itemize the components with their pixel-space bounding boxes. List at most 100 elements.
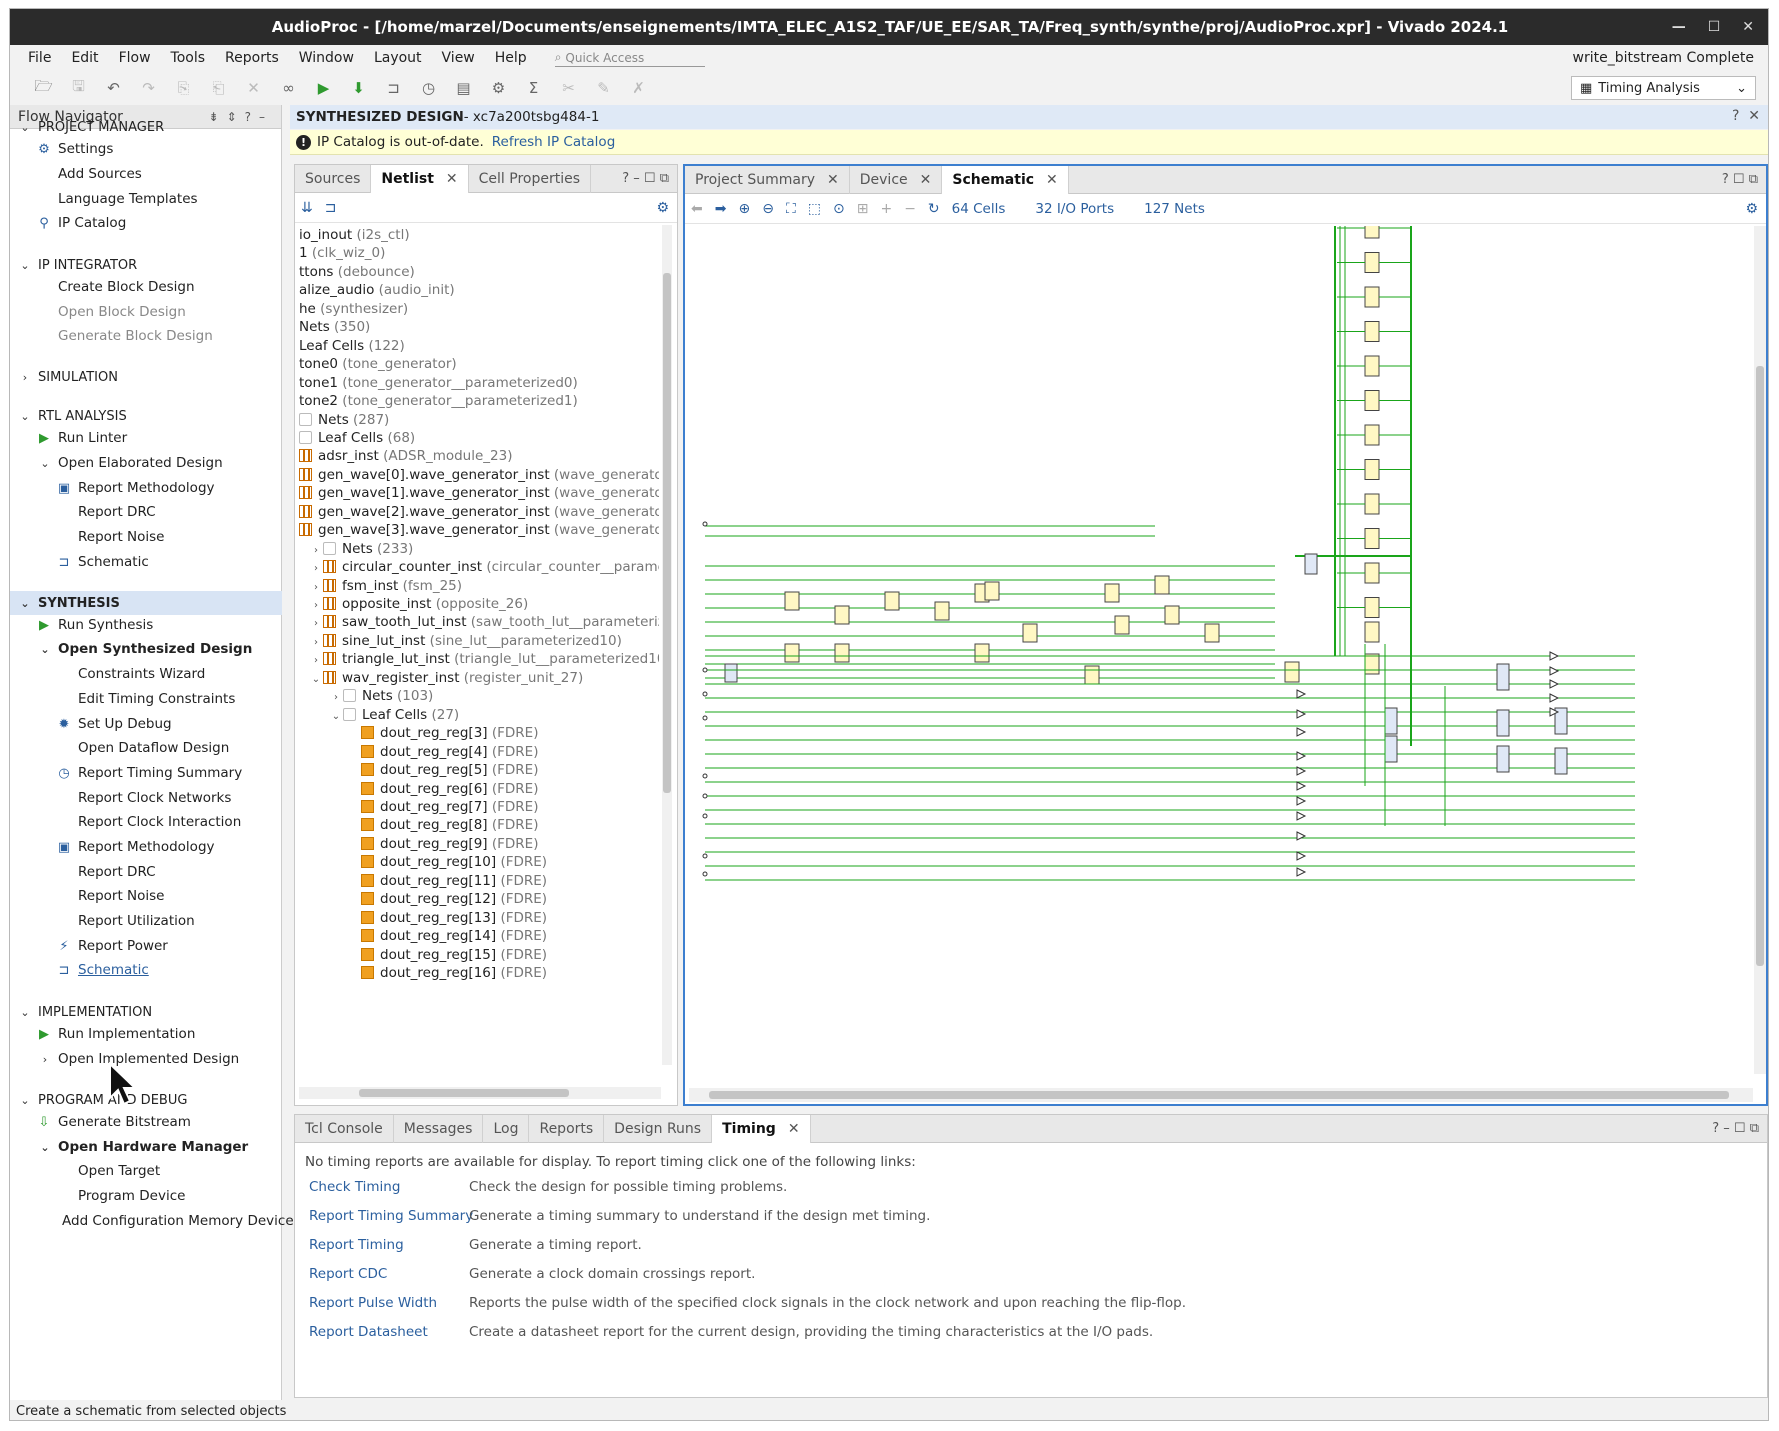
tab-log[interactable]: Log bbox=[483, 1114, 530, 1143]
chevron-right-icon[interactable]: › bbox=[18, 371, 32, 384]
minus-icon[interactable]: − bbox=[904, 201, 916, 217]
timing-link[interactable]: Check Timing bbox=[309, 1179, 400, 1195]
nav-item-synthesis[interactable]: ⌄ SYNTHESIS bbox=[10, 591, 282, 615]
nav-item-open-target[interactable]: Open Target bbox=[10, 1159, 282, 1183]
nav-item-language-templates[interactable]: Language Templates bbox=[10, 187, 282, 211]
tool-a-icon[interactable]: ✂ bbox=[551, 79, 586, 97]
timing-link[interactable]: Report Datasheet bbox=[309, 1324, 428, 1340]
menu-tools[interactable]: Tools bbox=[161, 50, 216, 66]
sigma-icon[interactable]: Σ bbox=[516, 79, 551, 97]
nav-item-set-up-debug[interactable]: ✹ Set Up Debug bbox=[10, 712, 282, 736]
chevron-down-icon[interactable]: ⌄ bbox=[329, 706, 343, 727]
refresh-ip-catalog-link[interactable]: Refresh IP Catalog bbox=[492, 134, 616, 150]
chevron-down-icon[interactable]: ⌄ bbox=[18, 1006, 32, 1019]
nav-item-report-drc[interactable]: Report DRC bbox=[10, 500, 282, 524]
close-icon[interactable]: ✕ bbox=[446, 171, 458, 187]
run-icon[interactable]: ▶ bbox=[306, 79, 341, 97]
fit-icon[interactable]: ⛶ bbox=[786, 201, 796, 217]
chevron-down-icon[interactable]: ⌄ bbox=[18, 1094, 32, 1107]
undo-icon[interactable]: ↶ bbox=[96, 79, 131, 97]
schematic-hscroll[interactable] bbox=[689, 1088, 1753, 1102]
timing-link[interactable]: Report Pulse Width bbox=[309, 1295, 437, 1311]
save-icon[interactable]: 🖫 bbox=[61, 76, 96, 101]
nav-item-implementation[interactable]: ⌄ IMPLEMENTATION bbox=[10, 1000, 282, 1024]
netlist-vscroll[interactable] bbox=[662, 225, 672, 1065]
nav-item-report-methodology[interactable]: ▣ Report Methodology bbox=[10, 835, 282, 859]
nav-item-add-sources[interactable]: Add Sources bbox=[10, 162, 282, 186]
chevron-down-icon[interactable]: ⌄ bbox=[38, 1141, 52, 1154]
menu-flow[interactable]: Flow bbox=[109, 50, 161, 66]
nav-item-run-synthesis[interactable]: ▶ Run Synthesis bbox=[10, 613, 282, 637]
scroll-thumb[interactable] bbox=[663, 273, 671, 793]
gear-icon[interactable]: ⚙ bbox=[656, 200, 669, 216]
nav-item-report-clock-interaction[interactable]: Report Clock Interaction bbox=[10, 810, 282, 834]
redo-icon[interactable]: ↷ bbox=[131, 79, 166, 97]
nav-item-open-dataflow-design[interactable]: Open Dataflow Design bbox=[10, 736, 282, 760]
panel-controls[interactable]: ? ☐ ⧉ bbox=[1722, 172, 1758, 187]
nav-item-report-noise[interactable]: Report Noise bbox=[10, 884, 282, 908]
tab-cell-properties[interactable]: Cell Properties bbox=[469, 164, 592, 193]
paste-icon[interactable]: ⎗ bbox=[201, 79, 236, 97]
open-icon[interactable]: 🗁 bbox=[26, 76, 61, 101]
menu-layout[interactable]: Layout bbox=[364, 50, 432, 66]
schematic-vscroll[interactable] bbox=[1754, 226, 1766, 1074]
chevron-down-icon[interactable]: ⌄ bbox=[18, 410, 32, 423]
nav-item-ip-catalog[interactable]: ⚲ IP Catalog bbox=[10, 211, 282, 235]
nav-item-open-implemented-design[interactable]: › Open Implemented Design bbox=[10, 1047, 282, 1071]
find-icon[interactable]: ∞ bbox=[271, 79, 306, 97]
schematic-icon[interactable]: ⊐ bbox=[325, 200, 337, 216]
nav-item-open-hardware-manager[interactable]: ⌄ Open Hardware Manager bbox=[10, 1135, 282, 1159]
scroll-thumb[interactable] bbox=[1756, 366, 1764, 966]
schematic-icon[interactable]: ⊐ bbox=[376, 79, 411, 97]
chevron-down-icon[interactable]: ⌄ bbox=[18, 121, 32, 134]
menu-view[interactable]: View bbox=[432, 50, 485, 66]
menu-reports[interactable]: Reports bbox=[215, 50, 289, 66]
panel-controls[interactable]: ? – ☐ ⧉ bbox=[622, 171, 669, 186]
timing-link[interactable]: Report Timing bbox=[309, 1237, 404, 1253]
nav-item-schematic[interactable]: ⊐ Schematic bbox=[10, 550, 282, 574]
nav-item-constraints-wizard[interactable]: Constraints Wizard bbox=[10, 662, 282, 686]
nav-item-settings[interactable]: ⚙ Settings bbox=[10, 137, 282, 161]
chevron-down-icon[interactable]: ⌄ bbox=[38, 457, 52, 470]
nav-item-open-elaborated-design[interactable]: ⌄ Open Elaborated Design bbox=[10, 451, 282, 475]
delete-icon[interactable]: ✕ bbox=[236, 79, 271, 97]
menu-window[interactable]: Window bbox=[289, 50, 364, 66]
tool-c-icon[interactable]: ✗ bbox=[621, 79, 656, 97]
gear-icon[interactable]: ⚙ bbox=[1745, 201, 1758, 217]
forward-icon[interactable]: ➡ bbox=[715, 201, 727, 217]
plus-icon[interactable]: + bbox=[880, 201, 892, 217]
settings-icon[interactable]: ⚙ bbox=[481, 79, 516, 97]
nav-item-generate-bitstream[interactable]: ⇩ Generate Bitstream bbox=[10, 1110, 282, 1134]
tab-netlist[interactable]: Netlist ✕ bbox=[371, 164, 469, 193]
close-icon[interactable]: ✕ bbox=[827, 172, 839, 188]
chevron-down-icon[interactable]: ⌄ bbox=[38, 643, 52, 656]
nav-item-report-power[interactable]: ⚡ Report Power bbox=[10, 934, 282, 958]
netlist-hscroll[interactable] bbox=[299, 1087, 661, 1099]
tool-b-icon[interactable]: ✎ bbox=[586, 79, 621, 97]
close-icon[interactable]: ✕ bbox=[920, 172, 932, 188]
nav-item-simulation[interactable]: › SIMULATION bbox=[10, 365, 282, 389]
zoom-out-icon[interactable]: ⊖ bbox=[762, 201, 774, 217]
nav-item-report-drc[interactable]: Report DRC bbox=[10, 860, 282, 884]
design-header-controls[interactable]: ? ✕ bbox=[1732, 108, 1760, 124]
menu-file[interactable]: File bbox=[18, 50, 61, 66]
panel-controls[interactable]: ? – ☐ ⧉ bbox=[1712, 1121, 1759, 1136]
close-icon[interactable]: ✕ bbox=[1046, 172, 1058, 188]
timing-link[interactable]: Report CDC bbox=[309, 1266, 387, 1282]
menu-edit[interactable]: Edit bbox=[61, 50, 108, 66]
chevron-down-icon[interactable]: ⌄ bbox=[18, 597, 32, 610]
nav-item-report-utilization[interactable]: Report Utilization bbox=[10, 909, 282, 933]
nav-item-report-timing-summary[interactable]: ◷ Report Timing Summary bbox=[10, 761, 282, 785]
chevron-down-icon[interactable]: ⌄ bbox=[18, 259, 32, 272]
maximize-icon[interactable]: ☐ bbox=[1708, 9, 1721, 45]
schematic-drawing[interactable] bbox=[685, 226, 1754, 1074]
nav-item-run-linter[interactable]: ▶ Run Linter bbox=[10, 426, 282, 450]
timer-icon[interactable]: ◷ bbox=[411, 79, 446, 97]
close-icon[interactable]: ✕ bbox=[788, 1121, 800, 1137]
tab-timing[interactable]: Timing ✕ bbox=[712, 1114, 811, 1143]
nav-item-ip-integrator[interactable]: ⌄ IP INTEGRATOR bbox=[10, 253, 282, 277]
chevron-right-icon[interactable]: › bbox=[38, 1053, 52, 1066]
refresh-icon[interactable]: ↻ bbox=[928, 201, 940, 217]
close-icon[interactable]: ✕ bbox=[1742, 9, 1754, 45]
expand-icon[interactable]: ⊞ bbox=[857, 201, 869, 217]
